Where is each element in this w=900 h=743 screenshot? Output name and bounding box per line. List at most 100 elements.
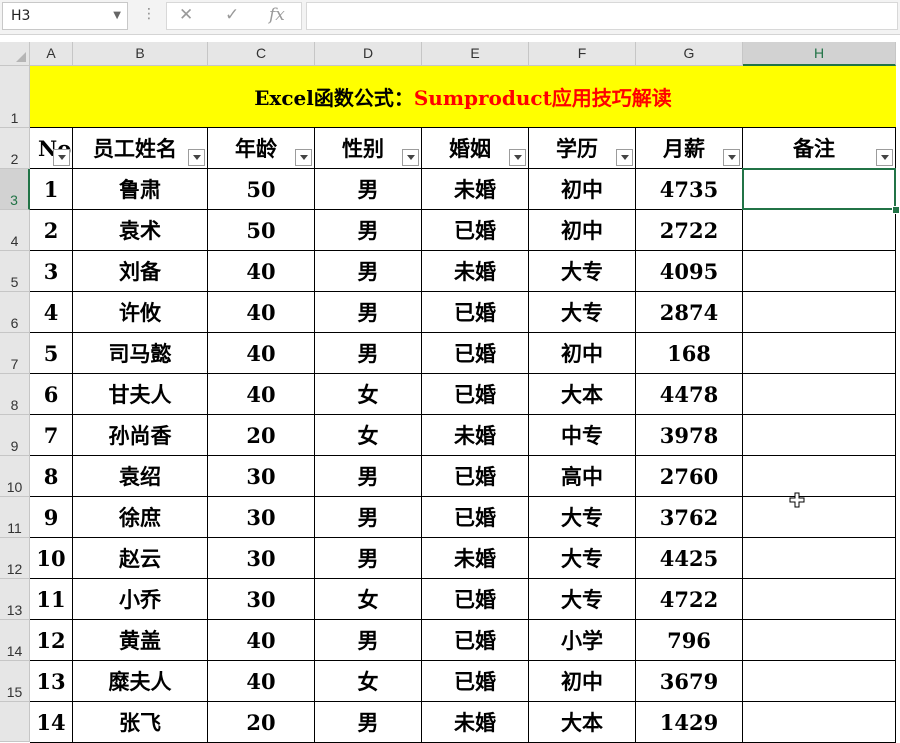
table-cell[interactable]: 40 (208, 251, 315, 292)
table-cell[interactable]: 9 (30, 497, 73, 538)
table-cell[interactable]: 初中 (529, 661, 636, 702)
table-cell[interactable]: 未婚 (422, 538, 529, 579)
table-cell[interactable]: 大本 (529, 702, 636, 743)
table-cell[interactable]: 1429 (636, 702, 743, 743)
table-cell[interactable]: 孙尚香 (73, 415, 208, 456)
row-header-6[interactable]: 6 (0, 292, 30, 333)
column-header-b[interactable]: B (73, 42, 208, 66)
table-cell[interactable]: 1 (30, 169, 73, 210)
table-header-7[interactable]: 备注 (743, 128, 896, 169)
table-cell[interactable]: 男 (315, 169, 422, 210)
row-header-5[interactable]: 5 (0, 251, 30, 292)
column-header-a[interactable]: A (30, 42, 73, 66)
table-cell[interactable]: 已婚 (422, 210, 529, 251)
table-cell[interactable]: 已婚 (422, 333, 529, 374)
filter-dropdown-icon[interactable] (509, 149, 526, 166)
table-cell[interactable]: 袁绍 (73, 456, 208, 497)
enter-icon[interactable]: ✓ (225, 5, 239, 25)
table-cell[interactable]: 赵云 (73, 538, 208, 579)
table-cell[interactable]: 4095 (636, 251, 743, 292)
formula-input[interactable] (306, 2, 898, 30)
table-cell[interactable]: 男 (315, 292, 422, 333)
table-cell[interactable]: 女 (315, 661, 422, 702)
filter-dropdown-icon[interactable] (616, 149, 633, 166)
table-cell[interactable]: 7 (30, 415, 73, 456)
row-header-12[interactable]: 12 (0, 538, 30, 579)
table-cell[interactable]: 40 (208, 333, 315, 374)
table-header-4[interactable]: 婚姻 (422, 128, 529, 169)
filter-dropdown-icon[interactable] (876, 149, 893, 166)
table-cell[interactable] (743, 538, 896, 579)
table-cell[interactable]: 168 (636, 333, 743, 374)
table-cell[interactable]: 2722 (636, 210, 743, 251)
table-cell[interactable]: 4722 (636, 579, 743, 620)
table-cell[interactable]: 黄盖 (73, 620, 208, 661)
column-header-f[interactable]: F (529, 42, 636, 66)
table-cell[interactable]: 甘夫人 (73, 374, 208, 415)
row-header-1[interactable]: 1 (0, 66, 30, 128)
table-cell[interactable]: 2 (30, 210, 73, 251)
table-header-2[interactable]: 年龄 (208, 128, 315, 169)
row-header-2[interactable]: 2 (0, 128, 30, 169)
table-cell[interactable]: 女 (315, 415, 422, 456)
table-cell[interactable]: 初中 (529, 333, 636, 374)
column-header-e[interactable]: E (422, 42, 529, 66)
table-cell[interactable]: 司马懿 (73, 333, 208, 374)
title-cell[interactable]: Excel函数公式： Sumproduct应用技巧解读 (30, 66, 896, 128)
table-cell[interactable]: 中专 (529, 415, 636, 456)
table-cell[interactable]: 男 (315, 497, 422, 538)
column-header-d[interactable]: D (315, 42, 422, 66)
table-cell[interactable]: 8 (30, 456, 73, 497)
row-header-partial[interactable] (0, 702, 30, 742)
table-cell[interactable] (743, 415, 896, 456)
filter-dropdown-icon[interactable] (723, 149, 740, 166)
table-cell[interactable]: 大专 (529, 292, 636, 333)
table-cell[interactable]: 3 (30, 251, 73, 292)
table-cell[interactable]: 30 (208, 456, 315, 497)
filter-dropdown-icon[interactable] (295, 149, 312, 166)
table-cell[interactable]: 徐庶 (73, 497, 208, 538)
table-header-1[interactable]: 员工姓名 (73, 128, 208, 169)
table-cell[interactable] (743, 702, 896, 743)
table-cell[interactable]: 50 (208, 169, 315, 210)
table-cell[interactable]: 13 (30, 661, 73, 702)
table-cell[interactable]: 30 (208, 538, 315, 579)
table-cell[interactable]: 大本 (529, 374, 636, 415)
table-cell[interactable]: 50 (208, 210, 315, 251)
table-cell[interactable]: 6 (30, 374, 73, 415)
filter-dropdown-icon[interactable] (53, 149, 70, 166)
fill-handle[interactable] (892, 206, 900, 214)
table-cell[interactable] (743, 210, 896, 251)
more-options-icon[interactable]: ⋮ (142, 6, 156, 22)
table-cell[interactable]: 40 (208, 661, 315, 702)
table-cell[interactable] (743, 374, 896, 415)
table-cell[interactable] (743, 620, 896, 661)
row-header-8[interactable]: 8 (0, 374, 30, 415)
table-cell[interactable]: 已婚 (422, 456, 529, 497)
row-header-14[interactable]: 14 (0, 620, 30, 661)
table-cell[interactable]: 14 (30, 702, 73, 743)
table-cell[interactable]: 初中 (529, 210, 636, 251)
name-box[interactable]: H3 ▼ (2, 2, 128, 30)
table-header-5[interactable]: 学历 (529, 128, 636, 169)
table-cell[interactable]: 许攸 (73, 292, 208, 333)
column-header-h[interactable]: H (743, 42, 896, 66)
table-cell[interactable] (743, 292, 896, 333)
select-all-button[interactable] (0, 42, 30, 66)
column-header-g[interactable]: G (636, 42, 743, 66)
filter-dropdown-icon[interactable] (402, 149, 419, 166)
table-cell[interactable]: 已婚 (422, 374, 529, 415)
table-cell[interactable]: 已婚 (422, 292, 529, 333)
table-cell[interactable]: 30 (208, 579, 315, 620)
row-header-15[interactable]: 15 (0, 661, 30, 702)
table-cell[interactable]: 男 (315, 210, 422, 251)
table-cell[interactable]: 大专 (529, 538, 636, 579)
table-cell[interactable]: 未婚 (422, 702, 529, 743)
filter-dropdown-icon[interactable] (188, 149, 205, 166)
table-cell[interactable]: 2760 (636, 456, 743, 497)
table-cell[interactable] (743, 333, 896, 374)
table-cell[interactable] (743, 497, 896, 538)
table-cell[interactable] (743, 251, 896, 292)
table-cell[interactable]: 30 (208, 497, 315, 538)
table-cell[interactable]: 40 (208, 374, 315, 415)
